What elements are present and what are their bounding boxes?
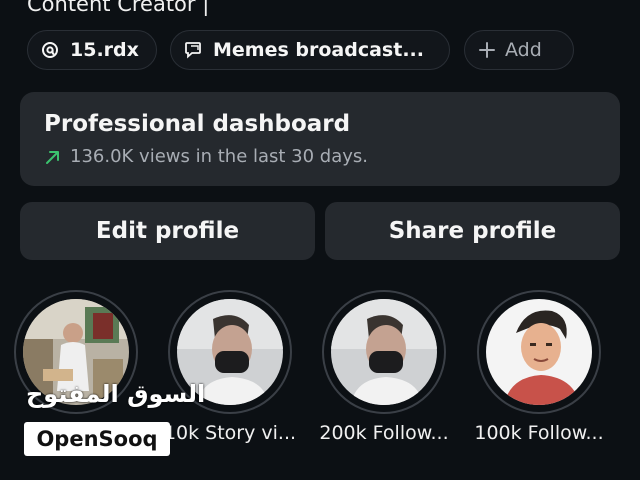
dashboard-stats: 136.0K views in the last 30 days.: [44, 146, 596, 167]
profile-screen: Content Creator | 15.rdx Memes broadcast…: [0, 0, 640, 480]
threads-chip-label: 15.rdx: [70, 39, 139, 61]
threads-chip[interactable]: 15.rdx: [27, 30, 157, 70]
highlight-label: 100k Follow...: [474, 422, 604, 444]
edit-profile-button[interactable]: Edit profile: [20, 202, 315, 260]
highlight-ring: [322, 290, 446, 414]
watermark-arabic-text: السوق المفتوح: [26, 380, 206, 408]
highlight-cover-image: [331, 299, 437, 405]
story-highlight[interactable]: 100k Follow...: [474, 290, 607, 480]
broadcast-channel-label: Memes broadcast...: [213, 39, 424, 61]
broadcast-channel-chip[interactable]: Memes broadcast...: [170, 30, 450, 70]
share-profile-button[interactable]: Share profile: [325, 202, 620, 260]
trend-up-arrow-icon: [44, 148, 62, 166]
profile-bio: Content Creator |: [27, 0, 210, 16]
story-highlight[interactable]: 200k Follow...: [319, 290, 452, 480]
dashboard-subtitle: 136.0K views in the last 30 days.: [70, 146, 369, 167]
professional-dashboard-card[interactable]: Professional dashboard 136.0K views in t…: [20, 92, 620, 186]
dashboard-title: Professional dashboard: [44, 111, 351, 137]
highlight-cover-image: [486, 299, 592, 405]
plus-icon: [477, 40, 497, 60]
highlight-label: 200k Follow...: [319, 422, 449, 444]
highlight-label: 10k Story vi...: [163, 422, 297, 444]
profile-links-row: 15.rdx Memes broadcast... Add: [27, 30, 640, 72]
broadcast-channel-icon: [183, 40, 203, 60]
add-link-button[interactable]: Add: [464, 30, 574, 70]
opensooq-watermark: السوق المفتوح OpenSooq: [24, 380, 205, 456]
add-link-label: Add: [505, 39, 542, 61]
highlight-ring: [477, 290, 601, 414]
watermark-logo: OpenSooq: [24, 422, 170, 456]
threads-icon: [40, 40, 60, 60]
